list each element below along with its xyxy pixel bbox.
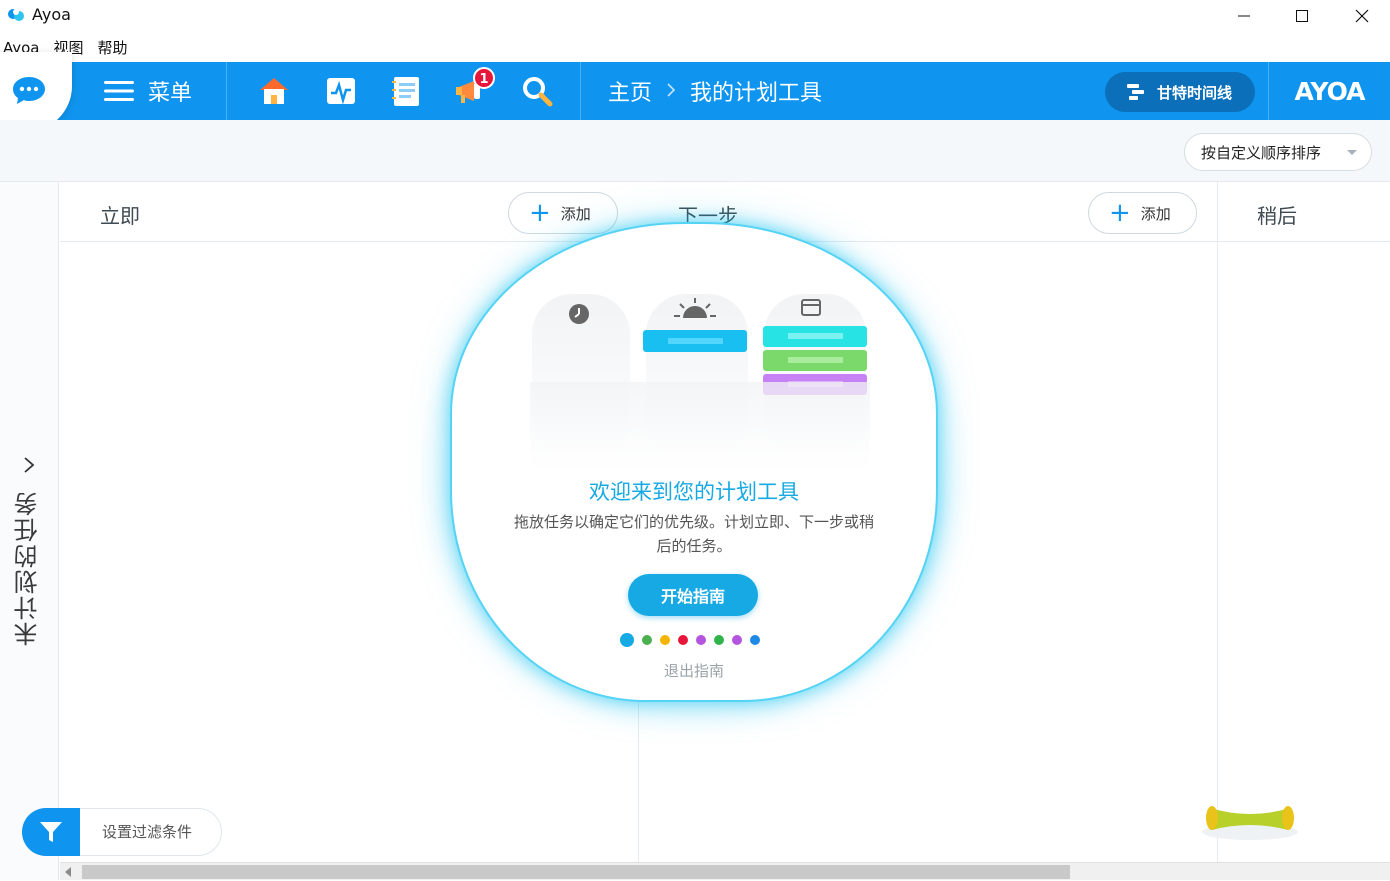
sort-order-select[interactable]: 按自定义顺序排序 [1184, 133, 1372, 171]
tasks-button[interactable] [386, 72, 426, 110]
planner-illustration [530, 294, 870, 470]
gantt-timeline-button[interactable]: 甘特时间线 [1105, 72, 1255, 112]
maximize-icon [1296, 10, 1308, 22]
close-button[interactable] [1332, 0, 1390, 32]
breadcrumb-home[interactable]: 主页 [608, 75, 652, 107]
step-dot[interactable] [750, 635, 760, 645]
column-title-now: 立即 [100, 204, 140, 228]
maximize-button[interactable] [1272, 0, 1332, 32]
gantt-label: 甘特时间线 [1157, 83, 1233, 102]
add-label: 添加 [1140, 204, 1171, 223]
scroll-left-icon[interactable] [64, 866, 74, 878]
filter-icon [40, 822, 62, 842]
title-bar: Ayoa [0, 0, 1390, 32]
nav-divider [580, 62, 581, 120]
gantt-icon [1127, 84, 1144, 100]
step-dot[interactable] [696, 635, 706, 645]
guide-title: 欢迎来到您的计划工具 [589, 480, 799, 504]
chat-icon[interactable] [11, 74, 47, 106]
plus-icon: + [1109, 198, 1131, 228]
chevron-right-icon [666, 79, 676, 104]
menu-item-help[interactable]: 帮助 [95, 36, 131, 60]
notification-badge: 1 [473, 67, 495, 89]
activity-icon [327, 78, 355, 105]
minimize-button[interactable] [1214, 0, 1274, 32]
close-icon [1355, 9, 1369, 23]
breadcrumb-current: 我的计划工具 [690, 81, 823, 106]
step-dot[interactable] [620, 633, 634, 647]
ayoa-logo: AYOA [1268, 62, 1390, 120]
breadcrumb: 主页 我的计划工具 [608, 62, 822, 120]
sort-selected-value: 按自定义顺序排序 [1201, 143, 1322, 162]
add-label: 添加 [560, 204, 591, 223]
guide-description: 拖放任务以确定它们的优先级。计划立即、下一步或稍后的任务。 [513, 513, 874, 555]
step-dot[interactable] [732, 635, 742, 645]
notebook-icon [392, 77, 419, 106]
mascot-decoration [1202, 806, 1298, 840]
filter-button[interactable] [22, 808, 80, 856]
column-divider [1217, 182, 1218, 862]
home-button[interactable] [254, 72, 294, 110]
nav-divider [226, 62, 227, 120]
guide-step-dots [620, 632, 760, 648]
chevron-down-icon [1347, 150, 1357, 155]
scrollbar-thumb[interactable] [82, 865, 1070, 879]
step-dot[interactable] [660, 635, 670, 645]
start-guide-button[interactable]: 开始指南 [628, 574, 758, 616]
ayoa-app-icon [8, 9, 24, 21]
step-dot[interactable] [642, 635, 652, 645]
column-title-later: 稍后 [1257, 204, 1297, 228]
window-title: Ayoa [32, 5, 71, 24]
search-icon [523, 77, 553, 107]
menu-button[interactable]: 菜单 [104, 62, 192, 120]
sort-bar [0, 120, 1390, 182]
exit-guide-link[interactable]: 退出指南 [450, 660, 938, 681]
filter-label: 设置过滤条件 [102, 823, 193, 841]
search-button[interactable] [517, 72, 557, 110]
minimize-icon [1238, 15, 1250, 17]
menu-label: 菜单 [148, 81, 193, 106]
step-dot[interactable] [714, 635, 724, 645]
activity-button[interactable] [321, 72, 361, 110]
home-icon [260, 78, 288, 104]
step-dot[interactable] [678, 635, 688, 645]
hamburger-icon [104, 81, 134, 101]
chevron-right-icon[interactable] [22, 456, 36, 474]
plus-icon: + [529, 198, 551, 228]
unscheduled-tasks-label: 未计划的任务 [14, 490, 42, 646]
add-button-next[interactable]: + 添加 [1088, 192, 1197, 234]
